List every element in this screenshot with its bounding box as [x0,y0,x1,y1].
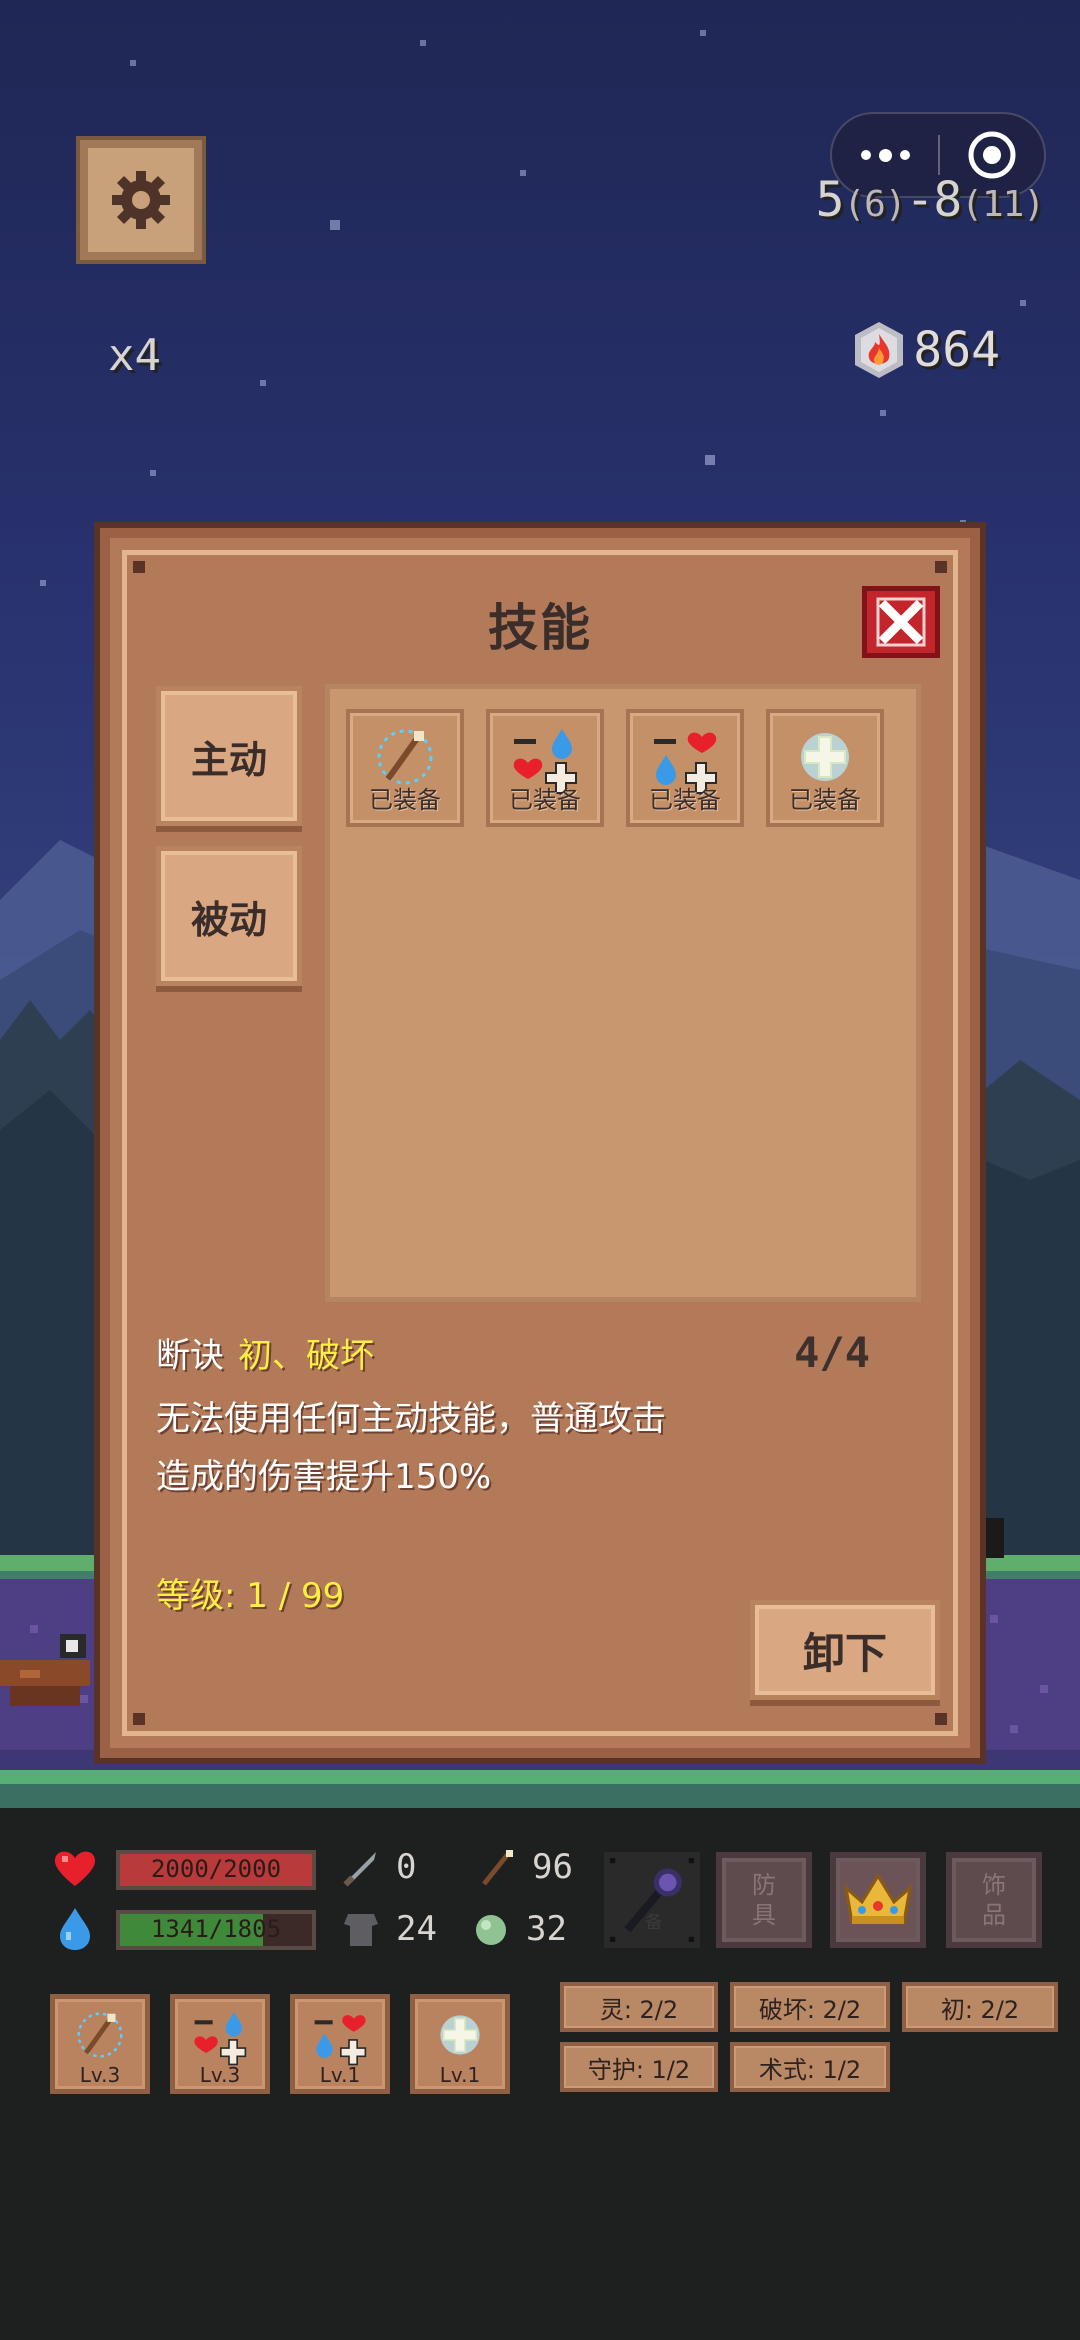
wand-icon [482,1850,513,1886]
tab-passive-skills[interactable]: 被动 [156,846,302,986]
accessory-slot[interactable]: 饰 品 [946,1852,1042,1948]
skill-level-label: Lv.3 [199,2063,241,2087]
heart-icon [54,1851,96,1886]
skills-dialog: 技能 主动 被动 已装备 已装备 已装备 已装备 断诀 初、破坏 4/4 无法使… [94,522,986,1764]
slot-label: 已装备 [509,786,581,814]
weapon-slot[interactable]: 备 [604,1852,700,1948]
skill-slot-4[interactable]: 已装备 [766,709,884,827]
skill-level-label: Lv.1 [439,2063,481,2087]
slot-label: 已装备 [369,786,441,814]
close-icon [876,597,926,647]
equipped-count: 4/4 [794,1328,870,1377]
orb-icon [476,1915,506,1945]
skill-list: 已装备 已装备 已装备 已装备 [325,684,921,1302]
tab-active-skills[interactable]: 主动 [156,686,302,826]
hp-text: 2000/2000 [150,1855,282,1883]
currency-display: 864 [851,320,1000,380]
crown-slot[interactable] [830,1852,926,1948]
flame-gem-icon [855,322,904,378]
close-button[interactable] [862,586,940,658]
skillbar-slot-2[interactable]: Lv.3 [170,1994,270,2094]
synergy-badge[interactable]: 初: 2/2 [902,1982,1058,2032]
synergy-badge[interactable]: 破坏: 2/2 [730,1982,890,2032]
skillbar-slot-4[interactable]: Lv.1 [410,1994,510,2094]
synergy-badge[interactable]: 术式: 1/2 [730,2042,890,2092]
synergy-badge[interactable]: 守护: 1/2 [560,2042,718,2092]
skill-description: 无法使用任何主动技能，普通攻击 造成的伤害提升150% [156,1399,666,1497]
skill-name: 断诀 初、破坏 [156,1336,374,1376]
speed-multiplier[interactable]: x4 [108,330,161,381]
weapon-badge: 备 [645,1913,663,1933]
enemy-silhouette [984,1518,1004,1558]
skill-slot-2[interactable]: 已装备 [486,709,604,827]
water-drop-icon [60,1908,90,1950]
skill-level: 等级: 1 / 99 [156,1576,345,1616]
skill-tags: 初、破坏 [238,1336,374,1376]
mp-text: 1341/1805 [150,1915,282,1943]
slot-label: 已装备 [789,786,861,814]
skill-slot-1[interactable]: 已装备 [346,709,464,827]
player-character [0,1634,90,1706]
resist-stat: 32 [470,1908,567,1950]
gear-icon [112,171,170,229]
dialog-title: 技能 [488,599,592,657]
stage-indicator: 5(6)-8(11) [815,172,1045,228]
attack-stat: 0 [340,1846,416,1888]
armor-slot[interactable]: 防 具 [716,1852,812,1948]
skillbar-slot-3[interactable]: Lv.1 [290,1994,390,2094]
unequip-button[interactable]: 卸下 [750,1600,940,1700]
settings-button[interactable] [80,140,202,260]
dark-staff-icon: 备 [610,1858,694,1942]
magic-stat: 96 [476,1846,573,1888]
slot-label: 已装备 [649,786,721,814]
skillbar-slot-1[interactable]: Lv.3 [50,1994,150,2094]
skill-slot-3[interactable]: 已装备 [626,709,744,827]
defense-stat: 24 [340,1908,437,1950]
skill-level-label: Lv.3 [79,2063,121,2087]
synergy-badge[interactable]: 灵: 2/2 [560,1982,718,2032]
crown-icon [843,1873,913,1924]
sword-icon [343,1852,376,1887]
hp-bar: 2000/2000 [116,1850,316,1890]
armor-icon [344,1914,378,1946]
skill-level-label: Lv.1 [319,2063,361,2087]
mp-bar: 1341/1805 [116,1910,316,1950]
currency-amount: 864 [913,322,1000,378]
